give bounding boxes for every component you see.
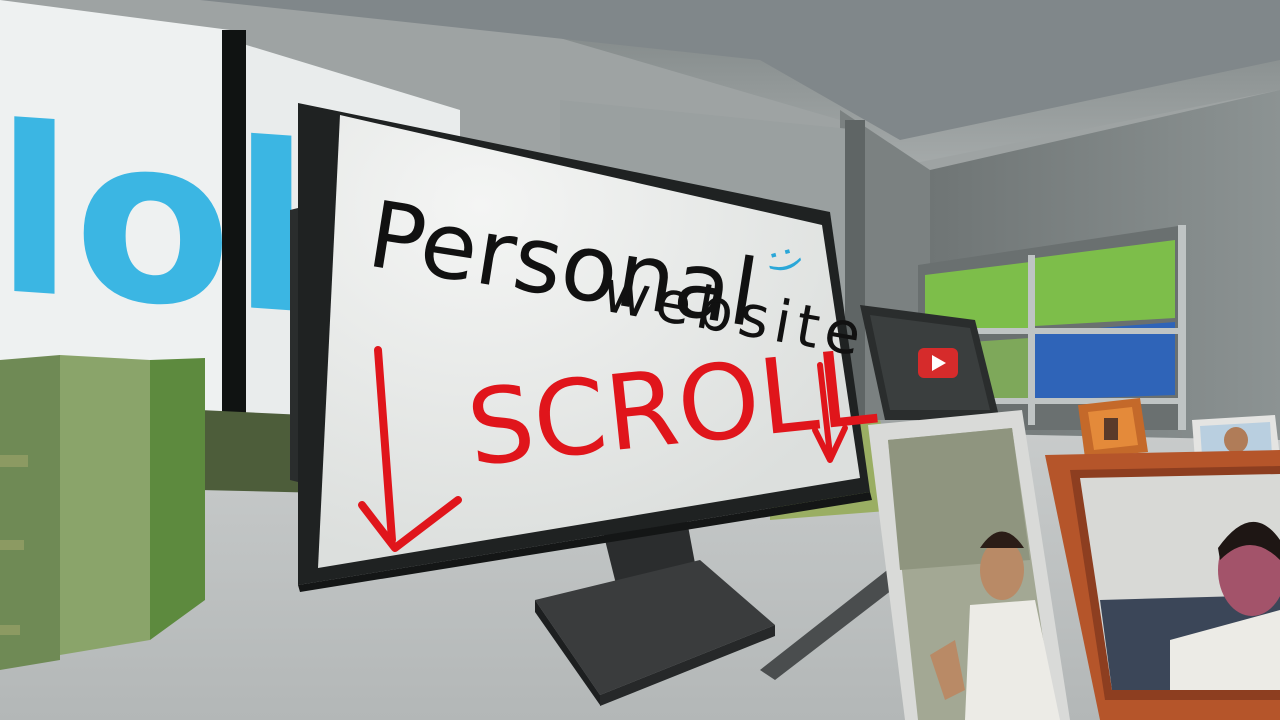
3d-office-scene: lol Personal:) website SCROLL xyxy=(0,0,1280,720)
small-photo-frame xyxy=(1078,398,1148,458)
photo-frame-child-left xyxy=(760,410,1070,720)
photo-frame-child-right xyxy=(1045,450,1280,720)
